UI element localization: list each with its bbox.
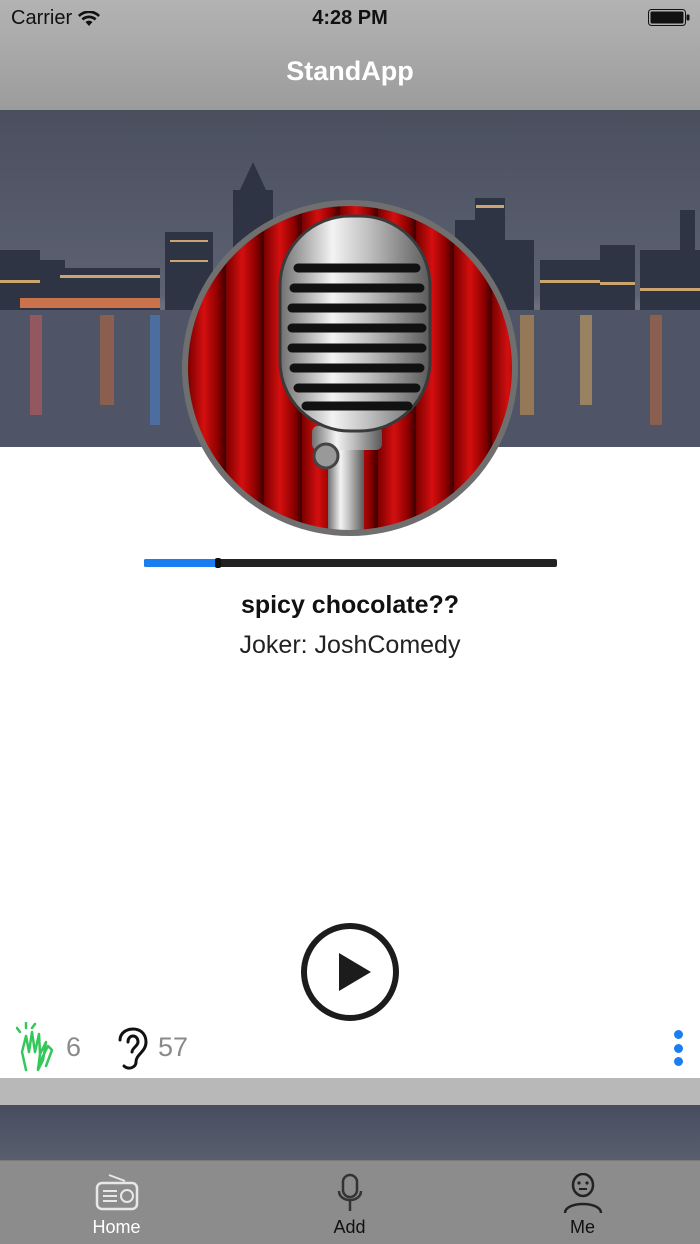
- playback-progress-bar[interactable]: [144, 558, 557, 568]
- more-dot: [673, 1030, 683, 1039]
- tab-home-label: Home: [92, 1217, 141, 1237]
- battery-icon: [648, 9, 690, 26]
- tab-add[interactable]: Add: [233, 1161, 466, 1244]
- next-feed-card[interactable]: [0, 1105, 700, 1165]
- joke-author: Joker: JoshComedy: [239, 631, 461, 659]
- cover-art: [188, 206, 512, 530]
- stats-row: 6 57: [0, 1018, 700, 1078]
- tab-home[interactable]: Home: [0, 1161, 233, 1244]
- listen-count: 57: [158, 1032, 189, 1062]
- tab-me[interactable]: Me: [466, 1161, 699, 1244]
- page-title: StandApp: [286, 56, 414, 86]
- tab-add-label: Add: [333, 1217, 366, 1237]
- microphone-illustration: [278, 214, 432, 530]
- top-bar: Carrier 4:28 PM StandApp: [0, 0, 700, 110]
- feed-separator: [0, 1078, 700, 1105]
- more-dot: [673, 1057, 683, 1066]
- progress-fill: [144, 559, 219, 567]
- user-icon: [563, 1173, 602, 1213]
- radio-icon: [95, 1174, 138, 1211]
- clapping-hands-icon[interactable]: [16, 1022, 62, 1074]
- play-circle-icon[interactable]: [300, 922, 400, 1022]
- clap-count: 6: [66, 1032, 82, 1062]
- more-vertical-icon[interactable]: [666, 1026, 690, 1070]
- tab-bar: Home Add Me: [0, 1160, 700, 1244]
- progress-scrubber[interactable]: [215, 558, 222, 568]
- status-time: 4:28 PM: [312, 7, 388, 29]
- joke-title: spicy chocolate??: [240, 591, 460, 619]
- microphone-icon: [337, 1173, 362, 1211]
- ear-icon[interactable]: [110, 1020, 154, 1072]
- cover-art-frame: [182, 200, 518, 536]
- tab-me-label: Me: [569, 1217, 595, 1237]
- status-bar: Carrier 4:28 PM: [0, 0, 700, 36]
- more-dot: [673, 1043, 683, 1053]
